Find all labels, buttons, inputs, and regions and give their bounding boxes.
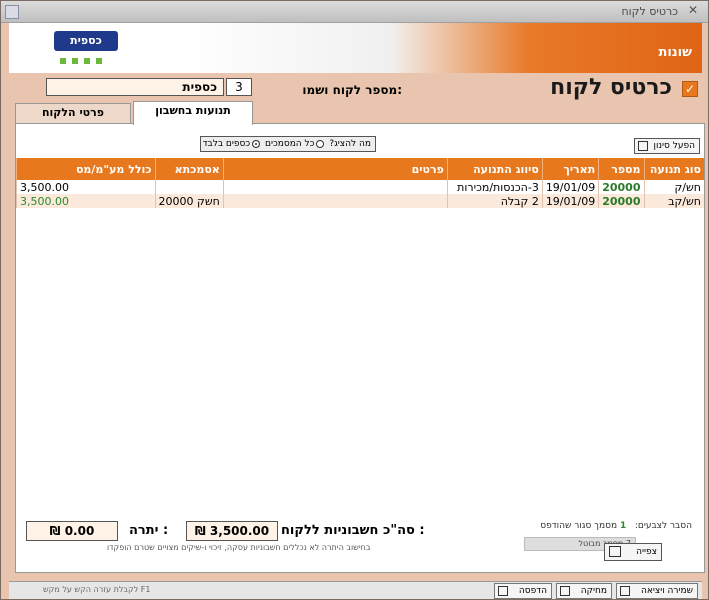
movements-table: סוג תנועה מספר תאריך סיווג התנועה פרטים … (16, 158, 704, 208)
col-details[interactable]: פרטים (222, 158, 448, 180)
col-date[interactable]: תאריך (541, 158, 599, 180)
activate-filter-button[interactable]: הפעל סינון (634, 138, 700, 154)
window-title: כרטיס לקוח (621, 5, 679, 18)
bottom-toolbar: שמירה ויציאה מחיקה הדפסה לקבלת עזרה הקש … (9, 581, 702, 599)
printer-icon (498, 586, 508, 596)
balance-value: ₪ 0.00 (26, 521, 118, 541)
balance-note: בחישוב היתרה לא נכללים חשבוניות עסקה, זי… (107, 543, 371, 552)
table-row[interactable]: חש/קב 20000 19/01/09 2 קבלה חשק 20000 3,… (16, 194, 704, 208)
close-icon[interactable]: ✕ (684, 3, 702, 19)
radio-money-only[interactable] (252, 139, 261, 148)
delete-icon (560, 586, 570, 596)
tab-account-movements[interactable]: תנועות בחשבון (133, 101, 253, 125)
save-icon (620, 586, 630, 596)
app-icon (5, 5, 19, 19)
print-button[interactable]: הדפסה (494, 583, 552, 599)
customer-number-field[interactable]: 3 (226, 78, 252, 96)
check-icon[interactable]: ✓ (682, 81, 698, 97)
title-bar: כרטיס לקוח ✕ (1, 1, 708, 23)
total-invoices-value: ₪ 3,500.00 (186, 521, 278, 541)
totals-area: ₪ 0.00 יתרה : ₪ 3,500.00 סה"כ חשבוניות ל… (9, 519, 702, 561)
col-type[interactable]: סוג תנועה (643, 158, 704, 180)
tab-customer-details[interactable]: פרטי הלקוח (15, 103, 131, 123)
customer-label: מספר לקוח ושמו: (302, 83, 402, 97)
page-title: כרטיס לקוח (550, 75, 672, 100)
balance-label: יתרה : (129, 523, 169, 538)
radio-all-documents[interactable] (316, 139, 325, 148)
section-title: שונות (658, 45, 692, 60)
save-exit-button[interactable]: שמירה ויציאה (616, 583, 698, 599)
col-reference[interactable]: אסמכתא (154, 158, 224, 180)
tab-bar: תנועות בחשבון פרטי הלקוח (15, 101, 705, 125)
customer-card-window: כרטיס לקוח ✕ כספית שונות ✓ כרטיס לקוח מס… (0, 0, 709, 600)
filter-icon (638, 141, 648, 151)
customer-name-field[interactable]: כספית (46, 78, 224, 96)
banner: כספית שונות (9, 23, 702, 73)
monitor-icon (609, 546, 621, 557)
color-legend: הסבר לצבעים: 1 מסמך סגור שהודפס 7 מסמך מ… (524, 521, 692, 551)
movements-panel: הפעל סינון מה להציג? כל המסמכים כספים בל… (15, 123, 705, 573)
delete-button[interactable]: מחיקה (556, 583, 612, 599)
kaspit-logo: כספית (54, 29, 118, 69)
total-invoices-label: סה"כ חשבוניות ללקוח : (281, 523, 425, 538)
help-hint: לקבלת עזרה הקש על מקש F1 (43, 585, 151, 594)
view-button[interactable]: צפייה (604, 543, 662, 561)
col-number[interactable]: מספר (598, 158, 644, 180)
col-classification[interactable]: סיווג התנועה (446, 158, 543, 180)
display-options: מה להציג? כל המסמכים כספים בלבד (200, 136, 376, 152)
col-amount[interactable]: כולל מע"מ/מס (16, 158, 156, 180)
show-label: מה להציג? (329, 139, 371, 149)
table-row[interactable]: חש/ק 20000 19/01/09 3-הכנסות/מכירות 3,50… (16, 180, 704, 194)
